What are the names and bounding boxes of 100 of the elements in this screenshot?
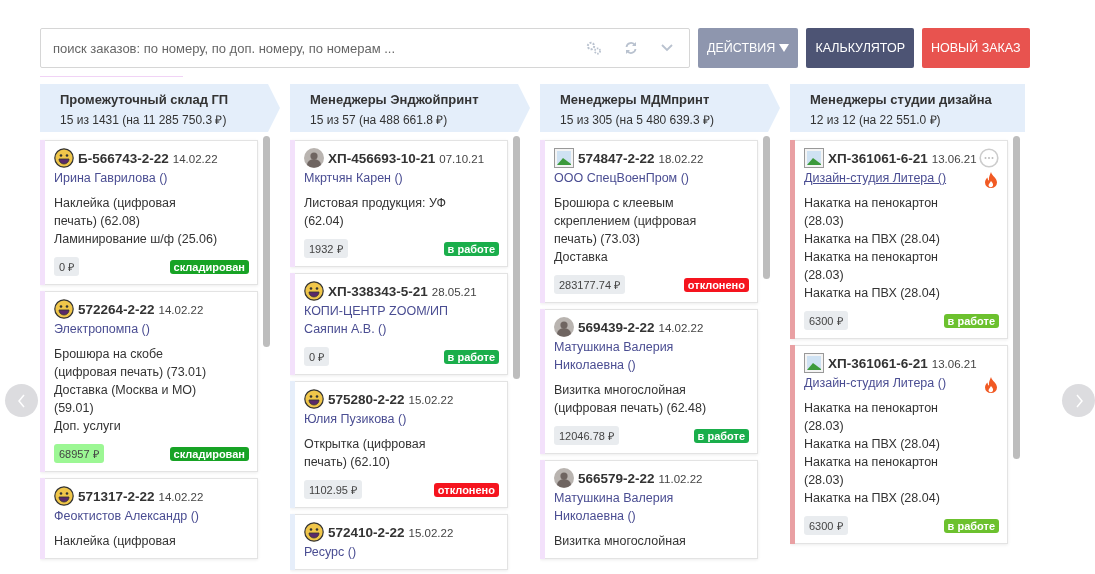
caret-icon <box>779 44 790 52</box>
column-title: Менеджеры Энджойпринт <box>310 92 480 107</box>
order-number[interactable]: 571317-2-22 <box>78 488 155 504</box>
order-card[interactable]: 572264-2-22 14.02.22 Электропомпа () Брошюра на скобе (цифровая печать) (73.01) Доставка (Москва и МО) (59.01) Доп. услуги 68957 ₽ складирован <box>40 291 258 472</box>
order-number[interactable]: 574847-2-22 <box>578 150 655 166</box>
order-date: 14.02.22 <box>172 153 218 165</box>
status-badge: в работе <box>693 428 749 443</box>
order-date: 13.06.21 <box>931 153 977 165</box>
column-title: Менеджеры студии дизайна <box>810 92 993 107</box>
product-line: Визитка многослойная (цифровая печать) (62.48) <box>554 382 708 417</box>
search-field[interactable]: поиск заказов: по номеру, по доп. номеру, по номерам ... <box>40 28 690 68</box>
order-number[interactable]: 575280-2-22 <box>328 391 405 407</box>
order-card[interactable]: 571317-2-22 14.02.22 Феоктистов Александр () Наклейка (цифровая <box>40 478 258 559</box>
order-number[interactable]: ХП-361061-6-21 <box>828 355 928 371</box>
scrollbar-thumb[interactable] <box>513 136 520 379</box>
price-badge: 0 ₽ <box>304 347 330 366</box>
scrollbar-thumb[interactable] <box>763 136 770 279</box>
customer-link[interactable]: Ресурс () <box>304 543 464 561</box>
product-line: Накатка на пенокартон (28.03) <box>804 195 939 230</box>
customer-link[interactable]: Юлия Пузикова () <box>304 410 464 428</box>
customer-link[interactable]: Матушкина Валерия Николаевна () <box>554 338 714 374</box>
column-summary: 15 из 1431 (на 11 285 750.3 ₽) <box>60 112 228 128</box>
product-line: Брошюра с клеевым скреплением (цифровая печать) (73.03) <box>554 195 698 248</box>
price-badge: 68957 ₽ <box>54 444 104 463</box>
column-summary: 15 из 305 (на 5 480 639.3 ₽) <box>560 112 715 128</box>
status-badge: в работе <box>443 241 499 256</box>
product-line: Накатка на ПВХ (28.04) <box>804 490 941 507</box>
price-badge: 1932 ₽ <box>304 239 348 258</box>
toolbar-button[interactable]: КАЛЬКУЛЯТОР <box>806 28 914 68</box>
order-card[interactable]: 566579-2-22 11.02.22 Матушкина Валерия Николаевна () Визитка многослойная <box>540 460 758 559</box>
order-date: 14.02.22 <box>158 304 204 316</box>
order-number[interactable]: Б-566743-2-22 <box>78 150 169 166</box>
order-number[interactable]: 572264-2-22 <box>78 301 155 317</box>
product-line: Доставка <box>554 249 609 266</box>
scrollbar-thumb[interactable] <box>263 136 270 347</box>
order-date: 15.02.22 <box>408 394 454 406</box>
order-card[interactable]: Б-566743-2-22 14.02.22 Ирина Гаврилова () Наклейка (цифровая печать) (62.08) Ламинирование ш/ф (25.06) 0 ₽ складирован <box>40 140 258 285</box>
product-line: Накатка на ПВХ (28.04) <box>804 285 941 302</box>
scrollbar-thumb[interactable] <box>1013 136 1020 459</box>
customer-link[interactable]: Ирина Гаврилова () <box>54 169 214 187</box>
column-title: Менеджеры МДМпринт <box>560 92 711 107</box>
price-badge: 12046.78 ₽ <box>554 426 619 445</box>
customer-link[interactable]: Матушкина Валерия Николаевна () <box>554 489 714 525</box>
product-line: Открытка (цифровая печать) (62.10) <box>304 436 427 471</box>
more-icon[interactable] <box>979 148 999 168</box>
customer-link[interactable]: Электропомпа () <box>54 320 214 338</box>
customer-link[interactable]: Дизайн-студия Литера () <box>804 169 964 187</box>
product-line: Накатка на ПВХ (28.04) <box>804 231 941 248</box>
order-card[interactable]: 574847-2-22 18.02.22 ООО СпецВоенПром () Брошюра с клеевым скреплением (цифровая печать) (73.03) Доставка 283177.74 ₽ отклонено <box>540 140 758 303</box>
product-line: Наклейка (цифровая печать) (62.08) <box>54 195 177 230</box>
order-card[interactable]: ХП-361061-6-21 13.06.21 Дизайн-студия Литера () Накатка на пенокартон (28.03) Накатка на ПВХ (28.04) Накатка на пенокартон (28.03) Накатка на ПВХ (28.04) 6300 ₽ в работе <box>790 345 1008 544</box>
order-card[interactable]: 572410-2-22 15.02.22 Ресурс () <box>290 514 508 570</box>
order-date: 14.02.22 <box>658 322 704 334</box>
column-summary: 12 из 12 (на 22 551.0 ₽) <box>810 112 942 128</box>
product-line: Брошюра на скобе (цифровая печать) (73.01) <box>54 346 208 381</box>
status-badge: в работе <box>943 313 999 328</box>
order-card[interactable]: 569439-2-22 14.02.22 Матушкина Валерия Николаевна () Визитка многослойная (цифровая печать) (62.48) 12046.78 ₽ в работе <box>540 309 758 454</box>
chevron-down-icon[interactable] <box>660 43 674 53</box>
product-line: Накатка на пенокартон (28.03) <box>804 454 939 489</box>
order-card[interactable]: ХП-361061-6-21 13.06.21 Дизайн-студия Литера () Накатка на пенокартон (28.03) Накатка на ПВХ (28.04) Накатка на пенокартон (28.03) Накатка на ПВХ (28.04) 6300 ₽ в работе <box>790 140 1008 339</box>
product-line: Накатка на пенокартон (28.03) <box>804 400 939 435</box>
order-number[interactable]: 569439-2-22 <box>578 319 655 335</box>
order-card[interactable]: ХП-338343-5-21 28.05.21 КОПИ-ЦЕНТР ZOOM/ИП Саяпин А.В. () 0 ₽ в работе <box>290 273 508 375</box>
customer-link[interactable]: ООО СпецВоенПром () <box>554 169 714 187</box>
order-card[interactable]: ХП-456693-10-21 07.10.21 Мкртчян Карен () Листовая продукция: УФ (62.04) 1932 ₽ в работе <box>290 140 508 267</box>
toolbar-button[interactable]: НОВЫЙ ЗАКАЗ <box>922 28 1030 68</box>
order-date: 07.10.21 <box>439 153 485 165</box>
chevron-left-icon <box>15 393 28 408</box>
status-badge: складирован <box>169 259 249 274</box>
product-line: Наклейка (цифровая <box>54 533 177 550</box>
order-number[interactable]: ХП-361061-6-21 <box>828 150 928 166</box>
next-button[interactable] <box>1062 384 1095 417</box>
status-badge: в работе <box>943 518 999 533</box>
price-badge: 283177.74 ₽ <box>554 275 626 294</box>
refresh-icon[interactable] <box>624 41 638 55</box>
status-badge: складирован <box>169 446 249 461</box>
price-badge: 6300 ₽ <box>804 311 848 330</box>
status-badge: отклонено <box>433 482 499 497</box>
order-number[interactable]: ХП-338343-5-21 <box>328 283 428 299</box>
previous-button[interactable] <box>5 384 38 417</box>
gears-icon[interactable] <box>586 41 602 55</box>
customer-link[interactable]: Дизайн-студия Литера () <box>804 374 964 392</box>
column-summary: 15 из 57 (на 488 661.8 ₽) <box>310 112 449 128</box>
order-date: 15.02.22 <box>408 527 454 539</box>
customer-link[interactable]: Мкртчян Карен () <box>304 169 464 187</box>
product-line: Визитка многослойная <box>554 533 687 550</box>
customer-link[interactable]: Феоктистов Александр () <box>54 507 214 525</box>
column-title: Промежуточный склад ГП <box>60 92 230 107</box>
order-number[interactable]: 572410-2-22 <box>328 524 405 540</box>
status-badge: отклонено <box>683 277 749 292</box>
status-badge: в работе <box>443 349 499 364</box>
order-date: 18.02.22 <box>658 153 704 165</box>
order-number[interactable]: 566579-2-22 <box>578 470 655 486</box>
product-line: Листовая продукция: УФ (62.04) <box>304 195 447 230</box>
order-number[interactable]: ХП-456693-10-21 <box>328 150 436 166</box>
product-line: Доп. услуги <box>54 418 122 435</box>
customer-link[interactable]: КОПИ-ЦЕНТР ZOOM/ИП Саяпин А.В. () <box>304 302 464 338</box>
order-card[interactable]: 575280-2-22 15.02.22 Юлия Пузикова () Открытка (цифровая печать) (62.10) 1102.95 ₽ отклонено <box>290 381 508 508</box>
product-line: Накатка на пенокартон (28.03) <box>804 249 939 284</box>
order-date: 13.06.21 <box>931 358 977 370</box>
